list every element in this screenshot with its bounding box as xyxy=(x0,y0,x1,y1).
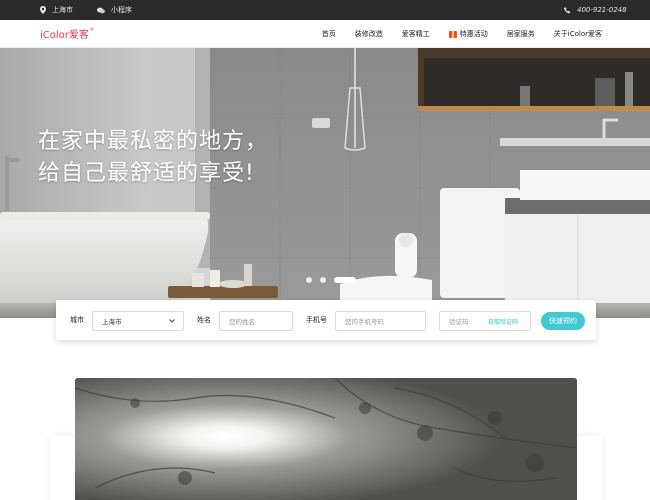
mini-program-label: 小程序 xyxy=(111,6,132,14)
code-input-placeholder: 验证码 xyxy=(449,318,469,326)
carousel-dot-2[interactable] xyxy=(320,277,326,283)
nav-item-label: 关于iColor爱客 xyxy=(553,30,602,38)
phone-input-placeholder: 您的手机号码 xyxy=(345,318,384,326)
nav-item-label: 居家服务 xyxy=(506,30,535,38)
hero-headline: 在家中最私密的地方， 给自己最舒适的享受! xyxy=(38,126,268,190)
carousel-dot-3-active[interactable] xyxy=(334,277,356,283)
hotline-number: 400-921-0248 xyxy=(577,6,627,14)
nav-item-renovation[interactable]: 装修改造 xyxy=(355,29,383,39)
mini-program-link[interactable]: 小程序 xyxy=(97,0,132,20)
nav-menu: 首页 装修改造 爱客精工 特惠活动 居家服务 关于iColor爱客 xyxy=(322,20,602,48)
phone-input[interactable]: 您的手机号码 xyxy=(335,311,426,331)
booking-form: 城市 上海市 姓名 您的姓名 手机号 您的手机号码 验证码 获取验证码 快速预约 xyxy=(56,300,596,340)
hotline[interactable]: 400-921-0248 xyxy=(564,0,627,20)
chevron-down-icon xyxy=(169,319,175,323)
location-pin-icon xyxy=(40,6,46,14)
registered-mark: ® xyxy=(89,27,94,32)
top-bar: 上海市 小程序 400-921-0248 xyxy=(0,0,650,20)
hero-line-1: 在家中最私密的地方， xyxy=(38,129,269,154)
name-field-label: 姓名 xyxy=(197,316,211,324)
feature-photo xyxy=(75,378,577,500)
nav-item-label: 装修改造 xyxy=(354,30,383,38)
city-field-label: 城市 xyxy=(70,316,84,324)
city-selector[interactable]: 上海市 xyxy=(40,0,73,20)
hero-line-2: 给自己最舒适的享受! xyxy=(38,161,255,186)
name-input[interactable]: 您的姓名 xyxy=(219,311,293,331)
carousel-indicators xyxy=(306,277,356,283)
verification-code-input[interactable]: 验证码 获取验证码 xyxy=(439,311,531,331)
wechat-icon xyxy=(97,7,105,13)
city-select[interactable]: 上海市 xyxy=(92,311,184,331)
main-nav: iColor爱客 ® 首页 装修改造 爱客精工 特惠活动 居家服务 关于iCol… xyxy=(0,20,650,48)
nav-item-craftsmanship[interactable]: 爱客精工 xyxy=(402,29,430,39)
nav-item-home-services[interactable]: 居家服务 xyxy=(507,29,535,39)
phone-field-label: 手机号 xyxy=(306,316,327,324)
city-select-value: 上海市 xyxy=(102,318,122,326)
nav-item-label: 首页 xyxy=(321,30,336,38)
nav-item-label: 特惠活动 xyxy=(459,30,488,38)
phone-icon xyxy=(564,6,571,13)
nav-item-home[interactable]: 首页 xyxy=(322,29,336,39)
city-label: 上海市 xyxy=(52,6,73,14)
name-input-placeholder: 您的姓名 xyxy=(229,318,255,326)
nav-item-label: 爱客精工 xyxy=(401,30,430,38)
gift-icon xyxy=(448,30,457,38)
get-code-button[interactable]: 获取验证码 xyxy=(488,317,518,326)
nav-item-promotions[interactable]: 特惠活动 xyxy=(448,29,488,39)
nav-item-about[interactable]: 关于iColor爱客 xyxy=(554,29,602,39)
logo-text: iColor爱客 xyxy=(40,30,89,41)
brand-logo[interactable]: iColor爱客 ® xyxy=(40,26,94,42)
hero-banner[interactable]: 在家中最私密的地方， 给自己最舒适的享受! xyxy=(0,48,650,318)
sunlight-trees-image xyxy=(75,378,577,500)
carousel-dot-1[interactable] xyxy=(306,277,312,283)
quick-booking-button[interactable]: 快速预约 xyxy=(541,312,585,330)
